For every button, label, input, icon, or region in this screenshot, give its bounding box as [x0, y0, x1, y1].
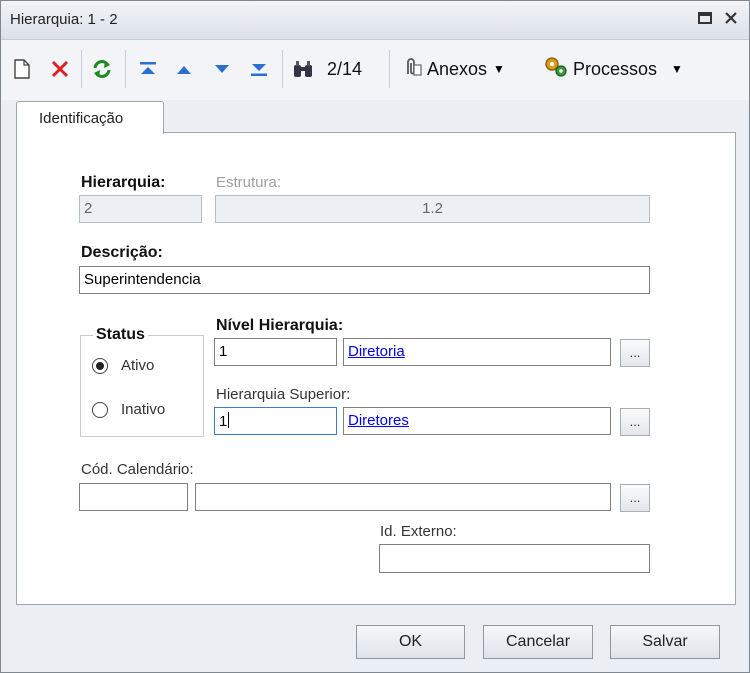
attachments-menu[interactable]: Anexos ▼: [401, 54, 505, 84]
new-document-icon[interactable]: [11, 54, 33, 84]
binoculars-icon[interactable]: [290, 54, 316, 84]
superior-desc-field[interactable]: Diretores: [343, 407, 611, 435]
save-button[interactable]: Salvar: [610, 625, 720, 659]
ok-button[interactable]: OK: [356, 625, 465, 659]
id-externo-field[interactable]: [379, 544, 650, 573]
processes-label: Processos: [573, 58, 658, 79]
hierarquia-superior-label: Hierarquia Superior:: [216, 386, 351, 403]
dialog-window: Hierarquia: 1 - 2 2/14 Anexos ▼ Processo…: [0, 0, 750, 673]
previous-record-icon[interactable]: [171, 54, 197, 84]
hierarquia-field[interactable]: 2: [79, 195, 202, 223]
id-externo-label: Id. Externo:: [380, 523, 457, 540]
estrutura-label: Estrutura:: [216, 174, 282, 191]
title-bar: Hierarquia: 1 - 2: [1, 1, 749, 40]
cancel-button[interactable]: Cancelar: [483, 625, 593, 659]
window-title: Hierarquia: 1 - 2: [10, 11, 118, 28]
text-cursor: [228, 412, 230, 428]
calendario-code-field[interactable]: [79, 483, 188, 511]
next-record-icon[interactable]: [209, 54, 235, 84]
paperclip-icon: [401, 56, 423, 83]
superior-desc-link[interactable]: Diretores: [348, 412, 409, 429]
status-ativo-label: Ativo: [121, 357, 155, 374]
superior-code-value: 1: [219, 413, 228, 430]
last-record-icon[interactable]: [246, 54, 272, 84]
processes-menu[interactable]: Processos ▼: [543, 54, 683, 84]
calendario-lookup-button[interactable]: ...: [620, 484, 650, 512]
attachments-label: Anexos: [427, 58, 488, 79]
status-group: [80, 335, 204, 437]
descricao-label: Descrição:: [81, 244, 163, 261]
chevron-down-icon: ▼: [671, 62, 683, 76]
status-ativo-radio[interactable]: [92, 358, 108, 374]
first-record-icon[interactable]: [135, 54, 161, 84]
nivel-desc-field[interactable]: Diretoria: [343, 338, 611, 366]
nivel-lookup-button[interactable]: ...: [620, 339, 650, 367]
refresh-icon[interactable]: [89, 54, 115, 84]
status-inativo-label: Inativo: [121, 401, 166, 418]
tab-identificacao[interactable]: Identificação: [16, 101, 164, 134]
tab-label: Identificação: [39, 110, 124, 127]
toolbar: 2/14 Anexos ▼ Processos ▼: [1, 40, 749, 100]
toolbar-separator: [125, 50, 126, 88]
descricao-field[interactable]: Superintendencia: [79, 266, 650, 294]
nivel-hierarquia-label: Nível Hierarquia:: [216, 317, 344, 334]
superior-code-field[interactable]: 1: [214, 407, 337, 435]
calendario-label: Cód. Calendário:: [81, 461, 194, 478]
status-label: Status: [93, 326, 148, 344]
nivel-code-field[interactable]: 1: [214, 338, 337, 366]
record-position: 2/14: [327, 58, 363, 79]
chevron-down-icon: ▼: [493, 62, 505, 76]
restore-icon[interactable]: [695, 10, 715, 30]
toolbar-separator: [81, 50, 82, 88]
toolbar-separator: [389, 50, 390, 88]
superior-lookup-button[interactable]: ...: [620, 408, 650, 436]
hierarquia-label: Hierarquia:: [81, 174, 166, 191]
status-inativo-radio[interactable]: [92, 402, 108, 418]
close-icon[interactable]: [721, 10, 741, 30]
calendario-desc-field[interactable]: [195, 483, 611, 511]
toolbar-separator: [282, 50, 283, 88]
estrutura-field[interactable]: 1.2: [215, 195, 650, 223]
nivel-desc-link[interactable]: Diretoria: [348, 343, 405, 360]
delete-icon[interactable]: [48, 54, 72, 84]
gears-icon: [543, 55, 569, 84]
